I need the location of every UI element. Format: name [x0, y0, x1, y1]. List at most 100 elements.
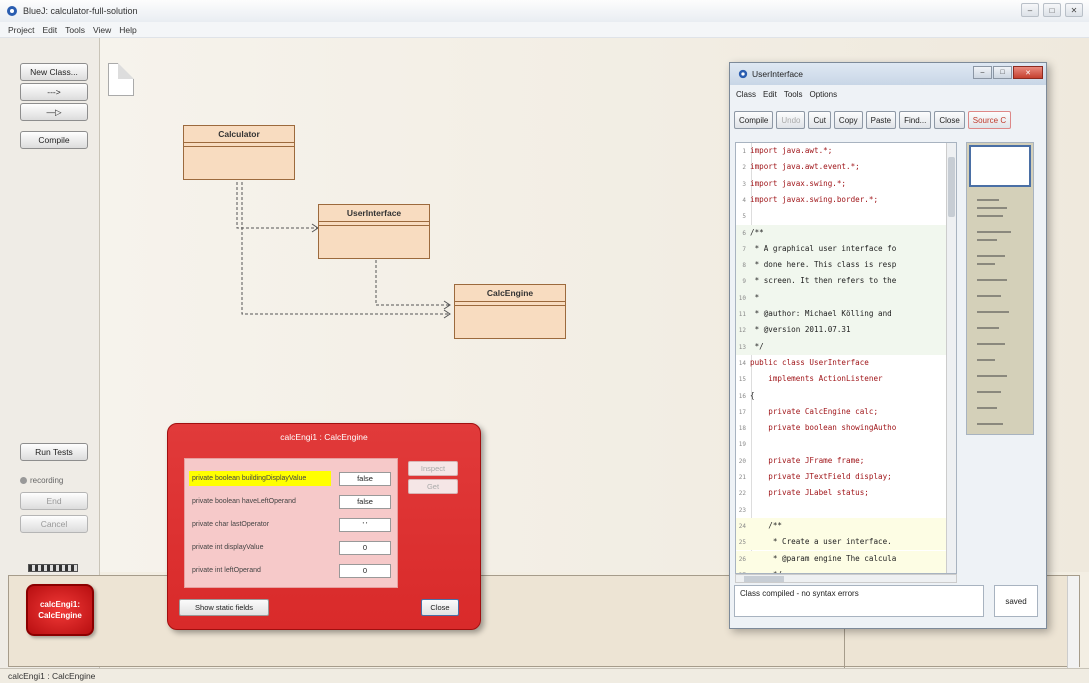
class-userinterface[interactable]: UserInterface — [318, 204, 430, 259]
editor-title: UserInterface — [752, 69, 804, 79]
code-line[interactable]: 27 */ — [736, 566, 948, 573]
class-calculator[interactable]: Calculator — [183, 125, 295, 180]
menu-tools[interactable]: Tools — [65, 25, 85, 35]
code-line[interactable]: 22 private JLabel status; — [736, 485, 948, 501]
editor-maximize-button[interactable]: □ — [993, 66, 1012, 79]
line-number: 9 — [742, 278, 746, 286]
menu-project[interactable]: Project — [8, 25, 34, 35]
field-row[interactable]: private int displayValue 0 — [189, 539, 395, 556]
code-line[interactable]: 16 { — [736, 388, 948, 404]
code-vertical-scrollbar[interactable] — [946, 143, 956, 573]
end-button[interactable]: End — [20, 492, 88, 510]
field-name: private boolean haveLeftOperand — [192, 498, 296, 505]
inspector-close-button[interactable]: Close — [421, 599, 459, 616]
code-line[interactable]: 15 implements ActionListener — [736, 371, 948, 387]
editor-close-toolbar-button[interactable]: Close — [934, 111, 965, 129]
field-row[interactable]: private boolean haveLeftOperand false — [189, 493, 395, 510]
show-static-fields-button[interactable]: Show static fields — [179, 599, 269, 616]
code-line[interactable]: 19 — [736, 436, 948, 452]
editor-compile-button[interactable]: Compile — [734, 111, 774, 129]
editor-copy-button[interactable]: Copy — [833, 111, 863, 129]
code-line[interactable]: 1 import java.awt.*; — [736, 143, 948, 159]
code-line[interactable]: 14 public class UserInterface — [736, 355, 948, 371]
line-number: 10 — [738, 294, 746, 302]
field-row[interactable]: private int leftOperand 0 — [189, 562, 395, 579]
inspect-button[interactable]: Inspect — [408, 461, 458, 476]
code-line[interactable]: 24 /** — [736, 517, 948, 535]
code-line[interactable]: 6 /** — [736, 224, 948, 241]
code-line[interactable]: 3 import javax.swing.*; — [736, 176, 948, 192]
editor-menu-class[interactable]: Class — [736, 90, 756, 99]
naviview-viewport[interactable] — [969, 145, 1031, 187]
class-name: Calculator — [184, 126, 294, 143]
new-class-button[interactable]: New Class... — [20, 63, 88, 81]
naviview-panel[interactable] — [966, 142, 1034, 435]
code-line[interactable]: 21 private JTextField display; — [736, 469, 948, 485]
object-inspector: calcEngi1 : CalcEngine private boolean b… — [167, 423, 481, 630]
code-line[interactable]: 4 import javax.swing.border.*; — [736, 192, 948, 208]
fields-panel: private boolean buildingDisplayValue fal… — [184, 458, 398, 588]
source-code-area[interactable]: 1 import java.awt.*; 2 import java.awt.even… — [735, 142, 957, 574]
field-value: 0 — [339, 540, 391, 555]
editor-undo-button[interactable]: Undo — [776, 111, 806, 129]
line-number: 8 — [742, 262, 746, 270]
editor-find-button[interactable]: Find... — [899, 111, 932, 129]
get-button[interactable]: Get — [408, 479, 458, 494]
code-line[interactable]: 25 * Create a user interface. — [736, 534, 948, 551]
code-line[interactable]: 26 * @param engine The calcula — [736, 550, 948, 567]
line-number: 19 — [738, 441, 746, 449]
code-text: /** — [750, 227, 764, 237]
menu-help[interactable]: Help — [119, 25, 136, 35]
minimize-button[interactable]: – — [1021, 3, 1039, 17]
object-calcengi1[interactable]: calcEngi1: CalcEngine — [26, 584, 94, 636]
editor-paste-button[interactable]: Paste — [865, 111, 897, 129]
code-line[interactable]: 17 private CalcEngine calc; — [736, 404, 948, 420]
compile-button[interactable]: Compile — [20, 131, 88, 149]
class-calcengine[interactable]: CalcEngine — [454, 284, 566, 339]
compile-status-message: Class compiled - no syntax errors — [734, 585, 984, 617]
code-line[interactable]: 18 private boolean showingAutho — [736, 420, 948, 436]
editor-menu-edit[interactable]: Edit — [763, 90, 777, 99]
code-line[interactable]: 12 * @version 2011.07.31 — [736, 322, 948, 339]
run-tests-button[interactable]: Run Tests — [20, 443, 88, 461]
inheritance-arrow-button[interactable]: —▷ — [20, 103, 88, 121]
code-line[interactable]: 13 */ — [736, 338, 948, 355]
code-line[interactable]: 7 * A graphical user interface fo — [736, 240, 948, 258]
line-number: 14 — [738, 359, 746, 367]
editor-minimize-button[interactable]: – — [973, 66, 992, 79]
editor-close-button[interactable]: ✕ — [1013, 66, 1043, 79]
maximize-button[interactable]: □ — [1043, 3, 1061, 17]
line-number: 4 — [742, 196, 746, 204]
code-line[interactable]: 20 private JFrame frame; — [736, 453, 948, 469]
record-dot-icon — [20, 477, 27, 484]
class-name: CalcEngine — [455, 285, 565, 302]
field-value: false — [339, 494, 391, 509]
code-text: * @author: Michael Kölling and — [750, 309, 892, 318]
code-line[interactable]: 10 * — [736, 289, 948, 306]
bluej-app-icon — [738, 69, 748, 79]
editor-menu-options[interactable]: Options — [810, 90, 838, 99]
editor-cut-button[interactable]: Cut — [808, 111, 831, 129]
close-button[interactable]: ✕ — [1065, 3, 1083, 17]
cancel-button[interactable]: Cancel — [20, 515, 88, 533]
code-line[interactable]: 2 import java.awt.event.*; — [736, 159, 948, 175]
menu-edit[interactable]: Edit — [42, 25, 57, 35]
code-horizontal-scrollbar[interactable] — [735, 574, 957, 583]
code-line[interactable]: 5 — [736, 208, 948, 224]
line-number: 22 — [738, 490, 746, 498]
line-number: 23 — [738, 506, 746, 514]
bench-scrollbar[interactable] — [1067, 576, 1079, 668]
code-line[interactable]: 8 * done here. This class is resp — [736, 257, 948, 274]
dependency-arrow-button[interactable]: ---> — [20, 83, 88, 101]
code-text: import javax.swing.*; — [750, 178, 847, 188]
saved-indicator: saved — [994, 585, 1038, 617]
code-line[interactable]: 23 — [736, 502, 948, 518]
editor-menu-tools[interactable]: Tools — [784, 90, 803, 99]
field-row[interactable]: private boolean buildingDisplayValue fal… — [189, 470, 395, 487]
code-line[interactable]: 11 * @author: Michael Kölling and — [736, 306, 948, 323]
editor-titlebar: UserInterface – □ ✕ — [730, 63, 1046, 85]
code-line[interactable]: 9 * screen. It then refers to the — [736, 273, 948, 290]
source-code-selector[interactable]: Source C — [967, 111, 1012, 129]
field-row[interactable]: private char lastOperator ' ' — [189, 516, 395, 533]
menu-view[interactable]: View — [93, 25, 111, 35]
